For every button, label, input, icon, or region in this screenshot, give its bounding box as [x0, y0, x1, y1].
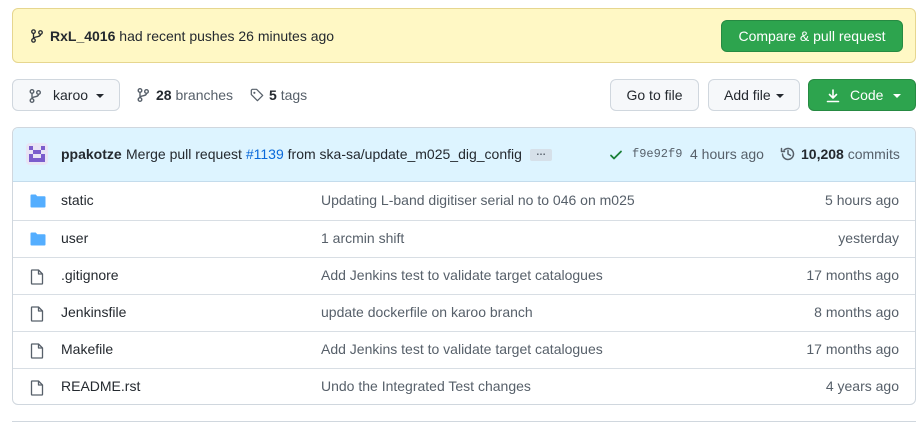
tags-label: tags	[280, 87, 308, 103]
commit-count-label: commits	[847, 146, 900, 162]
file-row[interactable]: Makefile Add Jenkins test to validate tar…	[13, 331, 915, 368]
commit-sha[interactable]: f9e92f9	[632, 147, 682, 161]
tags-link[interactable]: 5 tags	[250, 86, 307, 104]
commit-author[interactable]: ppakotze	[61, 146, 122, 162]
folder-icon	[30, 232, 46, 249]
download-icon	[826, 89, 840, 103]
file-row[interactable]: .gitignore Add Jenkins test to validate t…	[13, 257, 915, 294]
folder-icon	[30, 194, 46, 211]
commit-count: 10,208	[801, 146, 844, 162]
check-icon[interactable]	[609, 148, 623, 162]
file-commit-time[interactable]: 8 months ago	[814, 304, 899, 320]
file-commit-time[interactable]: 4 years ago	[826, 378, 899, 394]
branch-selector-button[interactable]: karoo	[12, 79, 120, 111]
avatar-identicon-icon	[26, 143, 48, 165]
latest-commit-bar: ppakotze Merge pull request #1139 from s…	[13, 128, 915, 182]
tag-icon	[250, 88, 264, 102]
file-icon	[30, 380, 44, 399]
file-name-link[interactable]: .gitignore	[61, 267, 119, 283]
history-icon	[780, 147, 795, 161]
code-label: Code	[850, 87, 884, 103]
branches-label: branches	[175, 87, 234, 103]
file-commit-time[interactable]: 5 hours ago	[825, 192, 899, 208]
banner-text: had recent pushes 26 minutes ago	[119, 28, 335, 44]
file-name-link[interactable]: README.rst	[61, 378, 140, 394]
file-commit-message-link[interactable]: Add Jenkins test to validate target cata…	[321, 341, 603, 357]
branches-link[interactable]: 28 branches	[137, 86, 233, 104]
file-commit-message-link[interactable]: Add Jenkins test to validate target cata…	[321, 267, 603, 283]
tags-count: 5	[269, 87, 277, 103]
file-commit-message-link[interactable]: Updating L-band digitiser serial no to 0…	[321, 192, 635, 208]
file-icon	[30, 343, 44, 362]
file-row[interactable]: README.rst Undo the Integrated Test chang…	[13, 368, 915, 404]
git-branch-icon	[137, 88, 149, 102]
file-icon	[30, 269, 44, 288]
file-listing: ppakotze Merge pull request #1139 from s…	[12, 127, 916, 405]
commit-message-pre[interactable]: Merge pull request	[126, 146, 242, 162]
caret-down-icon	[776, 94, 784, 98]
file-commit-time[interactable]: yesterday	[838, 230, 899, 246]
file-commit-message-link[interactable]: Undo the Integrated Test changes	[321, 378, 531, 394]
file-commit-time[interactable]: 17 months ago	[806, 267, 899, 283]
branches-count: 28	[156, 87, 172, 103]
file-commit-message-link[interactable]: 1 arcmin shift	[321, 230, 404, 246]
file-commit-message-link[interactable]: update dockerfile on karoo branch	[321, 304, 533, 320]
file-name-link[interactable]: Jenkinsfile	[61, 304, 126, 320]
commit-message: Merge pull request #1139 from ska-sa/upd…	[126, 146, 522, 162]
file-row[interactable]: Jenkinsfile update dockerfile on karoo br…	[13, 294, 915, 331]
add-file-label: Add file	[724, 87, 771, 103]
add-file-button[interactable]: Add file	[708, 79, 800, 111]
git-branch-icon	[29, 89, 41, 103]
git-branch-icon	[31, 29, 43, 43]
caret-down-icon	[893, 94, 901, 98]
go-to-file-button[interactable]: Go to file	[610, 79, 699, 111]
caret-down-icon	[96, 94, 104, 98]
code-button[interactable]: Code	[808, 79, 916, 111]
file-row[interactable]: user 1 arcmin shift yesterday	[13, 220, 915, 257]
compare-pull-request-button[interactable]: Compare & pull request	[721, 20, 903, 52]
file-name-link[interactable]: user	[61, 230, 88, 246]
commit-time[interactable]: 4 hours ago	[690, 146, 764, 162]
recent-push-banner: RxL_4016 had recent pushes 26 minutes ag…	[12, 8, 916, 63]
banner-message: RxL_4016 had recent pushes 26 minutes ag…	[50, 27, 334, 45]
branch-name: karoo	[53, 87, 89, 103]
commits-link[interactable]: 10,208 commits	[801, 146, 900, 162]
file-icon	[30, 306, 44, 325]
pull-request-link[interactable]: #1139	[246, 146, 284, 162]
expand-commit-message-button[interactable]: …	[530, 148, 552, 161]
file-name-link[interactable]: Makefile	[61, 341, 113, 357]
file-row[interactable]: static Updating L-band digitiser serial n…	[13, 183, 915, 220]
file-name-link[interactable]: static	[61, 192, 94, 208]
avatar[interactable]	[26, 143, 48, 165]
file-commit-time[interactable]: 17 months ago	[806, 341, 899, 357]
banner-branch-name[interactable]: RxL_4016	[50, 28, 115, 44]
commit-message-post[interactable]: from ska-sa/update_m025_dig_config	[288, 146, 522, 162]
